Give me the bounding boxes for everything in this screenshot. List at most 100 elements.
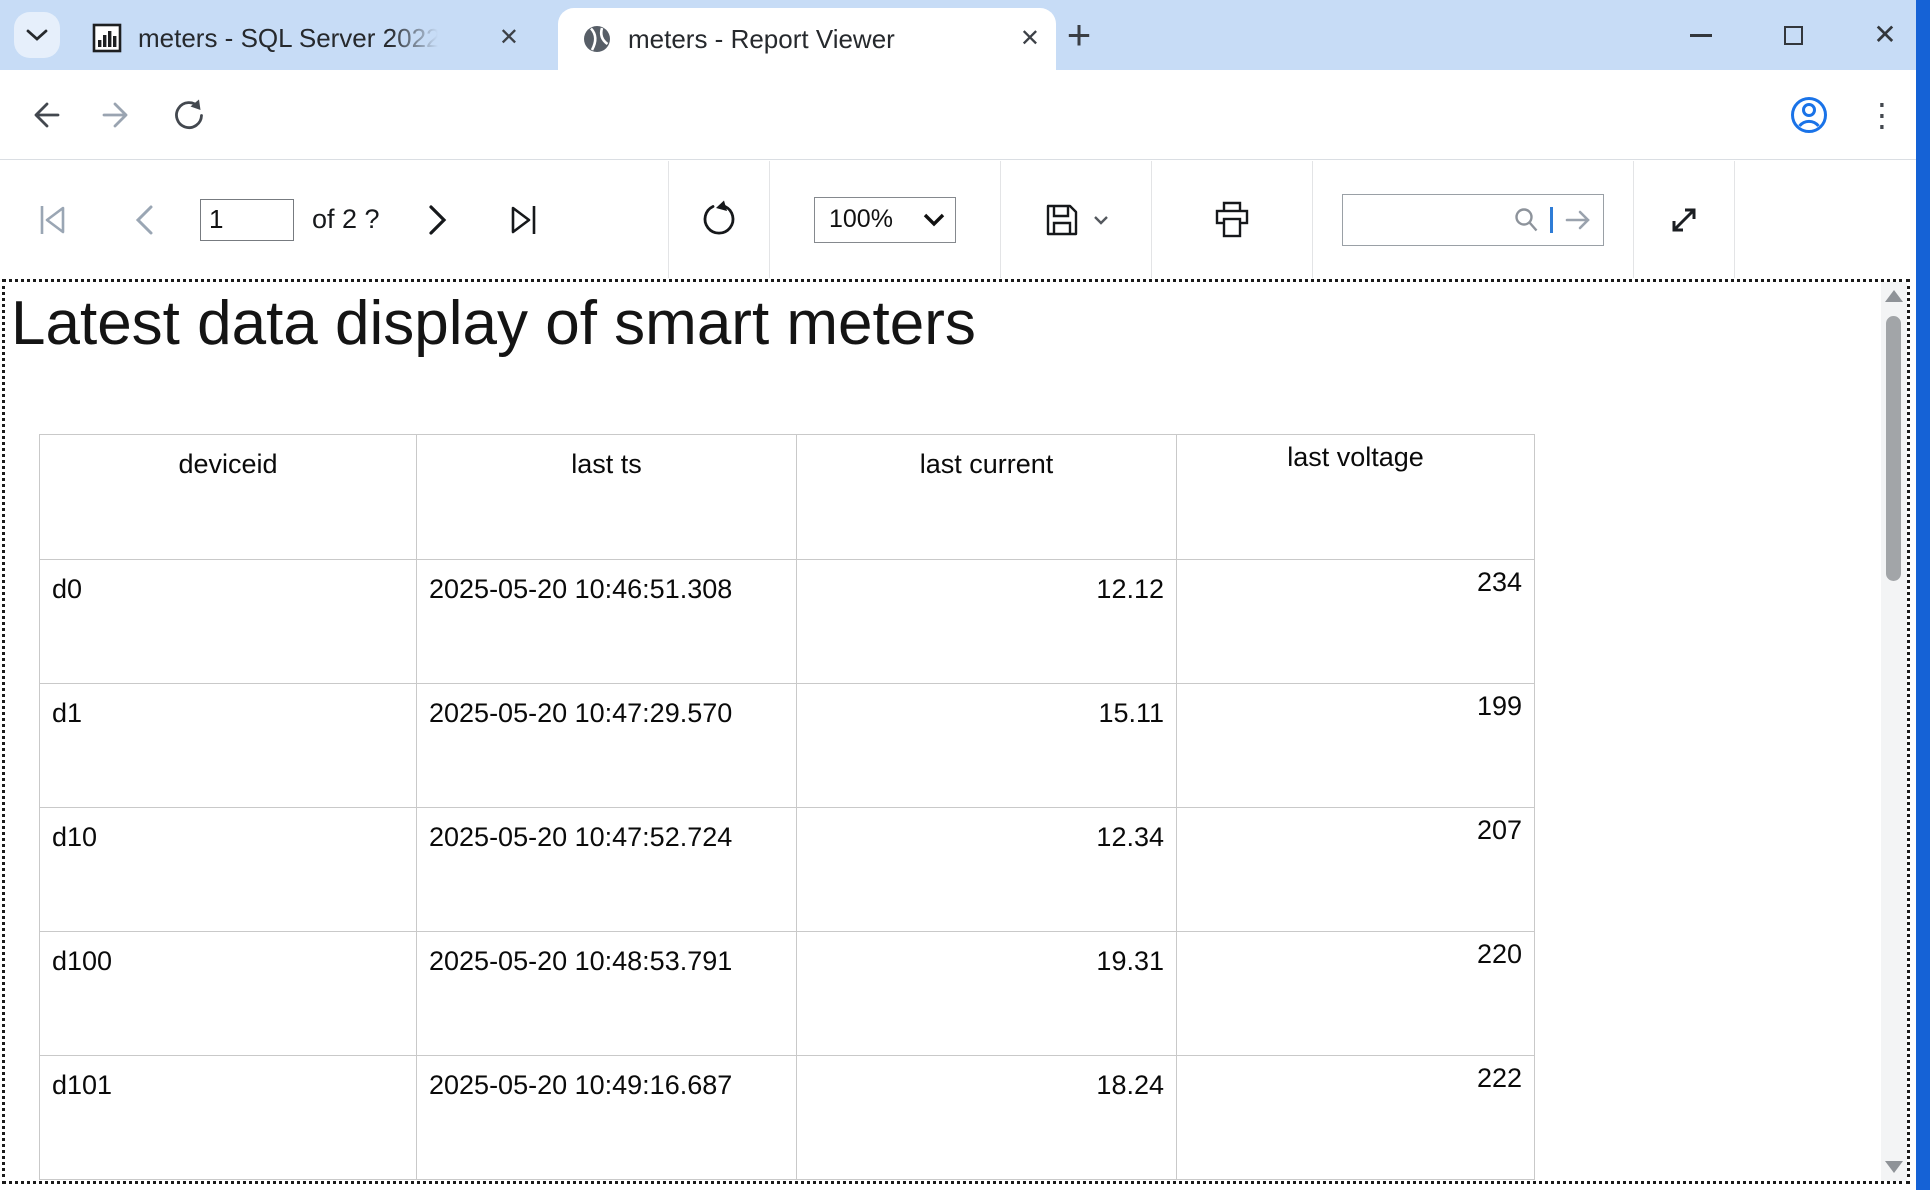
expand-section (1634, 161, 1734, 278)
forward-arrow-icon (99, 97, 135, 133)
table-row: d0 2025-05-20 10:46:51.308 12.12 234 (40, 560, 1535, 684)
cell-last-ts: 2025-05-20 10:48:53.791 (417, 932, 797, 1056)
tab-strip: meters - SQL Server 2022 Repo ✕ meters -… (0, 0, 1930, 70)
toolbar-spacer (1735, 161, 1913, 278)
report-toolbar: of 2 ? 100% (0, 161, 1913, 278)
tab-report-viewer[interactable]: meters - Report Viewer ✕ (558, 8, 1056, 70)
previous-page-icon (130, 203, 160, 237)
cell-last-current: 12.12 (797, 560, 1177, 684)
scroll-thumb[interactable] (1886, 316, 1901, 581)
table-row: d1 2025-05-20 10:47:29.570 15.11 199 (40, 684, 1535, 808)
cell-last-voltage: 207 (1177, 808, 1535, 932)
cell-last-current: 19.31 (797, 932, 1177, 1056)
back-button[interactable] (22, 70, 68, 160)
right-edge-accent (1916, 0, 1930, 1190)
browser-toolbar: Not secure 192.168.1.83/ReportServer/Pag… (0, 70, 1930, 160)
search-icon[interactable] (1512, 206, 1540, 234)
export-section (1001, 161, 1151, 278)
cell-last-current: 12.34 (797, 808, 1177, 932)
cell-last-ts: 2025-05-20 10:46:51.308 (417, 560, 797, 684)
last-page-icon (504, 202, 542, 238)
scroll-down-arrow[interactable] (1885, 1161, 1903, 1173)
globe-favicon-icon (582, 24, 612, 54)
bar-chart-favicon-icon (92, 23, 122, 53)
cell-last-voltage: 220 (1177, 932, 1535, 1056)
browser-menu-button[interactable]: ⋮ (1862, 70, 1902, 160)
find-text-input[interactable] (1353, 195, 1512, 245)
browser-window: meters - SQL Server 2022 Repo ✕ meters -… (0, 0, 1930, 1190)
profile-button[interactable] (1786, 70, 1832, 160)
close-tab-icon[interactable]: ✕ (499, 26, 519, 50)
vertical-scrollbar[interactable] (1881, 282, 1907, 1181)
paging-controls: of 2 ? (0, 161, 668, 278)
cell-deviceid: d101 (40, 1056, 417, 1180)
column-header-last-current: last current (797, 435, 1177, 560)
cell-last-ts: 2025-05-20 10:49:16.687 (417, 1056, 797, 1180)
chevron-down-icon (1093, 215, 1109, 225)
profile-avatar-icon (1789, 95, 1829, 135)
close-tab-icon[interactable]: ✕ (1020, 27, 1040, 51)
table-row: d100 2025-05-20 10:48:53.791 19.31 220 (40, 932, 1535, 1056)
chevron-down-icon (923, 213, 945, 227)
tab-title: meters - Report Viewer (628, 24, 958, 55)
minimize-icon (1690, 34, 1712, 37)
find-divider (1550, 207, 1553, 233)
zoom-value: 100% (829, 205, 923, 234)
find-next-arrow-icon[interactable] (1563, 206, 1593, 234)
column-header-last-ts: last ts (417, 435, 797, 560)
zoom-section: 100% (770, 161, 1000, 278)
window-controls: ✕ (1684, 0, 1902, 70)
print-section (1152, 161, 1312, 278)
table-header-row: deviceid last ts last current last volta… (40, 435, 1535, 560)
cell-last-voltage: 199 (1177, 684, 1535, 808)
cell-deviceid: d10 (40, 808, 417, 932)
minimize-button[interactable] (1684, 18, 1718, 52)
cell-last-current: 15.11 (797, 684, 1177, 808)
page-number-input[interactable] (200, 199, 294, 241)
previous-page-button[interactable] (130, 203, 160, 237)
find-box (1342, 194, 1604, 246)
report-viewport: Latest data display of smart meters devi… (2, 279, 1910, 1184)
close-window-button[interactable]: ✕ (1868, 18, 1902, 52)
save-export-button[interactable] (1043, 201, 1081, 239)
cell-last-ts: 2025-05-20 10:47:52.724 (417, 808, 797, 932)
expand-diagonal-icon (1666, 202, 1702, 238)
first-page-icon (34, 202, 72, 238)
maximize-button[interactable] (1776, 18, 1810, 52)
refresh-section (669, 161, 769, 278)
toggle-fullscreen-button[interactable] (1666, 202, 1702, 238)
new-tab-button[interactable]: + (1058, 14, 1100, 56)
cell-last-ts: 2025-05-20 10:47:29.570 (417, 684, 797, 808)
cell-deviceid: d0 (40, 560, 417, 684)
save-floppy-icon (1043, 201, 1081, 239)
first-page-button[interactable] (34, 202, 72, 238)
close-icon: ✕ (1873, 21, 1896, 49)
page-count-label: of 2 ? (312, 204, 380, 235)
forward-button[interactable] (94, 70, 140, 160)
cell-last-current: 18.24 (797, 1056, 1177, 1180)
tab-search-button[interactable] (14, 12, 60, 58)
find-section (1313, 161, 1633, 278)
tab-title-fade (390, 21, 438, 55)
reload-button[interactable] (166, 70, 212, 160)
scroll-up-arrow[interactable] (1885, 290, 1903, 302)
maximize-icon (1784, 26, 1803, 45)
reload-icon (171, 97, 207, 133)
back-arrow-icon (27, 97, 63, 133)
last-page-button[interactable] (504, 202, 542, 238)
next-page-icon (422, 203, 452, 237)
column-header-deviceid: deviceid (40, 435, 417, 560)
next-page-button[interactable] (422, 203, 452, 237)
table-row: d10 2025-05-20 10:47:52.724 12.34 207 (40, 808, 1535, 932)
column-header-last-voltage: last voltage (1177, 435, 1535, 560)
cell-deviceid: d100 (40, 932, 417, 1056)
refresh-report-button[interactable] (698, 199, 740, 241)
report-title: Latest data display of smart meters (11, 288, 976, 359)
printer-icon (1211, 200, 1253, 240)
print-button[interactable] (1211, 200, 1253, 240)
cell-deviceid: d1 (40, 684, 417, 808)
report-table: deviceid last ts last current last volta… (39, 434, 1535, 1180)
cell-last-voltage: 222 (1177, 1056, 1535, 1180)
tab-ssrs-portal[interactable]: meters - SQL Server 2022 Repo ✕ (70, 10, 535, 66)
zoom-select[interactable]: 100% (814, 197, 956, 243)
